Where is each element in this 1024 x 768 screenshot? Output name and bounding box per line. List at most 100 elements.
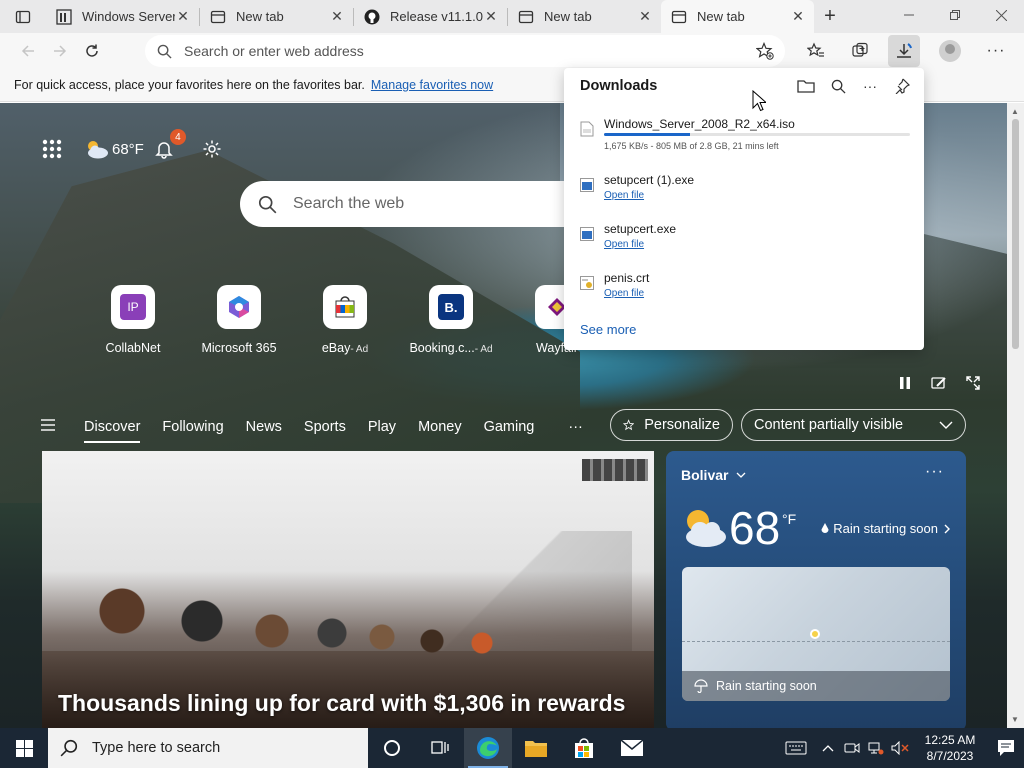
feed-more-button[interactable]: ··· — [568, 419, 583, 435]
action-center-button[interactable] — [988, 728, 1024, 768]
weather-mini-button[interactable]: 68°F — [84, 138, 144, 160]
see-more-link[interactable]: See more — [580, 322, 636, 337]
tab-windows-server[interactable]: Windows Server ✕ — [46, 0, 199, 33]
taskbar-clock[interactable]: 12:25 AM 8/7/2023 — [912, 732, 988, 764]
close-icon — [995, 9, 1007, 21]
quick-link-microsoft-365[interactable]: Microsoft 365 — [186, 285, 292, 355]
feed-menu-button[interactable] — [40, 418, 62, 436]
manage-favorites-link[interactable]: Manage favorites now — [371, 78, 493, 92]
weather-location[interactable]: Bolivar — [681, 467, 746, 483]
tab-close-icon[interactable]: ✕ — [329, 8, 345, 25]
scrollbar-thumb[interactable] — [1012, 119, 1019, 349]
open-downloads-folder-button[interactable] — [796, 76, 816, 96]
notifications-button[interactable]: 4 — [152, 129, 186, 161]
open-file-link[interactable]: Open file — [604, 190, 644, 201]
feed-tab-play[interactable]: Play — [368, 411, 396, 443]
weather-condition: Rain starting soon — [833, 521, 938, 536]
tab-new-tab-active[interactable]: New tab ✕ — [661, 0, 814, 33]
show-hidden-icons-chevron-icon[interactable] — [816, 728, 840, 768]
change-background-button[interactable] — [929, 373, 949, 393]
forward-button[interactable] — [44, 35, 76, 67]
tab-close-icon[interactable]: ✕ — [483, 8, 499, 25]
downloads-more-options-button[interactable]: ··· — [860, 76, 880, 96]
download-item[interactable]: Windows_Server_2008_R2_x64.iso 1,675 KB/… — [580, 117, 910, 153]
quick-link-ebay[interactable]: eBay- Ad — [292, 285, 398, 355]
pin-downloads-button[interactable] — [892, 76, 912, 96]
volume-muted-icon[interactable] — [888, 728, 912, 768]
quick-link-booking[interactable]: B. Booking.c...- Ad — [398, 285, 504, 355]
quick-link-collabnet[interactable]: IP CollabNet — [80, 285, 186, 355]
download-item[interactable]: penis.crt Open file — [580, 271, 910, 301]
weather-more-button[interactable]: ··· — [925, 463, 944, 481]
booking-logo-icon: B. — [429, 285, 473, 329]
map-border-line — [682, 641, 950, 642]
tab-actions-button[interactable] — [0, 0, 46, 33]
network-icon[interactable] — [864, 728, 888, 768]
quick-link-label: eBay — [321, 341, 351, 355]
download-item[interactable]: setupcert.exe Open file — [580, 222, 910, 252]
taskbar-edge[interactable] — [464, 728, 512, 768]
search-downloads-button[interactable] — [828, 76, 848, 96]
open-file-link[interactable]: Open file — [604, 239, 644, 250]
personalize-button[interactable]: Personalize — [610, 409, 733, 441]
tab-close-icon[interactable]: ✕ — [637, 8, 653, 25]
ellipsis-icon: ··· — [925, 463, 944, 480]
add-favorite-button[interactable] — [749, 35, 781, 67]
news-card[interactable]: Thousands lining up for card with $1,306… — [42, 451, 654, 728]
taskbar-time: 12:25 AM — [924, 733, 976, 747]
feed-tab-discover[interactable]: Discover — [84, 411, 141, 443]
close-window-button[interactable] — [978, 0, 1024, 30]
newtab-favicon-icon — [518, 9, 534, 25]
feed-tab-money[interactable]: Money — [418, 411, 462, 443]
mail-icon — [620, 739, 644, 756]
search-icon — [258, 195, 277, 213]
profile-button[interactable] — [934, 35, 966, 67]
weather-condition-link[interactable]: Rain starting soon — [821, 521, 950, 536]
refresh-button[interactable] — [76, 35, 108, 67]
feed-tab-gaming[interactable]: Gaming — [484, 411, 535, 443]
page-settings-button[interactable] — [200, 137, 224, 161]
personalize-star-icon — [623, 419, 635, 431]
taskbar-search-box[interactable]: Type here to search — [48, 728, 368, 768]
new-tab-button[interactable]: + — [814, 0, 846, 33]
feed-tab-news[interactable]: News — [246, 411, 282, 443]
meet-now-icon[interactable] — [840, 728, 864, 768]
fullscreen-button[interactable] — [963, 373, 983, 393]
tab-github-release[interactable]: Release v11.1.0 ✕ — [354, 0, 507, 33]
tab-close-icon[interactable]: ✕ — [175, 8, 191, 25]
open-file-link[interactable]: Open file — [604, 288, 644, 299]
minimize-button[interactable] — [886, 0, 932, 30]
content-visibility-dropdown[interactable]: Content partially visible — [741, 409, 966, 441]
restore-button[interactable] — [932, 0, 978, 30]
downloads-button[interactable] — [888, 35, 920, 67]
start-button[interactable] — [0, 728, 48, 768]
scroll-up-arrow-icon[interactable]: ▲ — [1011, 107, 1019, 116]
collections-button[interactable] — [844, 35, 876, 67]
cortana-button[interactable] — [368, 728, 416, 768]
app-launcher-button[interactable] — [40, 137, 64, 161]
favorites-button[interactable] — [800, 35, 832, 67]
address-bar[interactable]: Search or enter web address — [145, 35, 785, 67]
tab-new-tab-1[interactable]: New tab ✕ — [200, 0, 353, 33]
downloads-panel: Downloads ··· Windows_Server_2008_R2_x64… — [564, 68, 924, 350]
pause-background-button[interactable] — [895, 373, 915, 393]
tab-new-tab-2[interactable]: New tab ✕ — [508, 0, 661, 33]
taskbar-file-explorer[interactable] — [512, 728, 560, 768]
keyboard-icon[interactable] — [776, 728, 816, 768]
settings-and-more-button[interactable]: ··· — [980, 35, 1012, 67]
scroll-down-arrow-icon[interactable]: ▼ — [1011, 715, 1019, 724]
download-item[interactable]: setupcert (1).exe Open file — [580, 173, 910, 203]
taskbar-mail[interactable] — [608, 728, 656, 768]
taskbar-date: 8/7/2023 — [926, 749, 974, 763]
search-icon — [831, 79, 846, 94]
tab-close-icon[interactable]: ✕ — [790, 8, 806, 25]
tab-strip: Windows Server ✕ New tab ✕ Release v11.1… — [0, 0, 1024, 33]
back-button[interactable] — [12, 35, 44, 67]
taskbar-store[interactable] — [560, 728, 608, 768]
task-view-button[interactable] — [416, 728, 464, 768]
page-scrollbar[interactable]: ▲ ▼ — [1007, 103, 1024, 728]
weather-map[interactable]: Rain starting soon — [682, 567, 950, 701]
feed-tab-following[interactable]: Following — [162, 411, 223, 443]
weather-card[interactable]: Bolivar ··· 68 °F Rain starting soon Rai… — [666, 451, 966, 728]
feed-tab-sports[interactable]: Sports — [304, 411, 346, 443]
